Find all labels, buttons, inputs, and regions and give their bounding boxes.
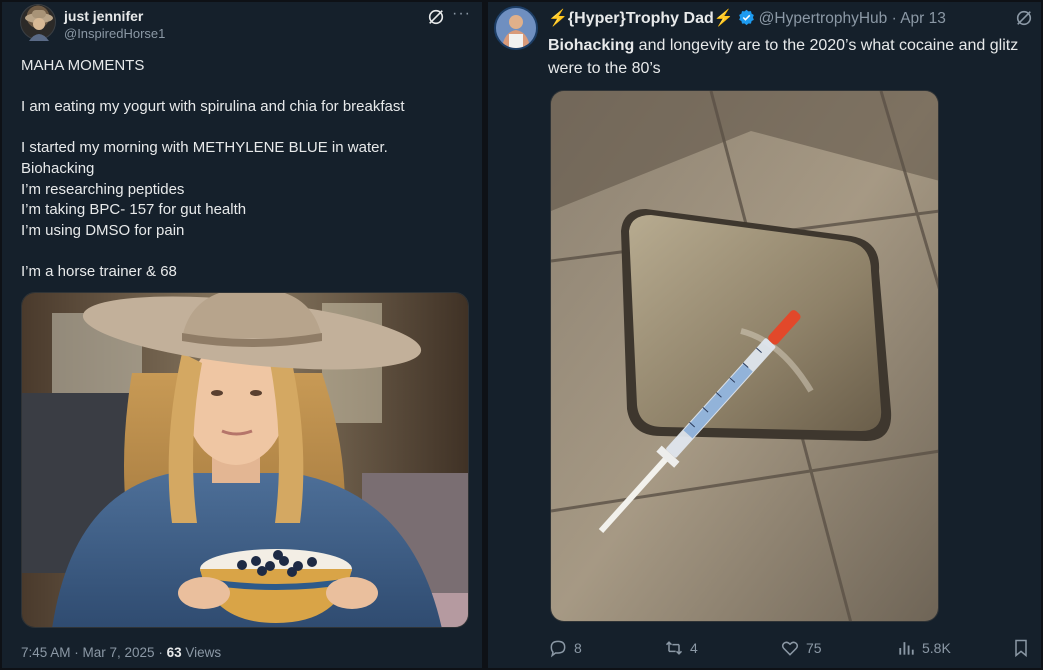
photo-illustration bbox=[551, 91, 938, 621]
author-name[interactable]: {Hyper}Trophy Dad bbox=[568, 10, 714, 27]
analytics-icon bbox=[899, 642, 914, 655]
like-count: 75 bbox=[806, 640, 822, 656]
grok-icon[interactable] bbox=[1015, 9, 1033, 27]
tweet-photo-syringe-on-mirror[interactable] bbox=[550, 90, 939, 622]
view-count: 63 bbox=[166, 645, 182, 660]
left-tweet: just jennifer @InspiredHorse1 ··· MAHA M… bbox=[2, 2, 482, 668]
tweet-line: I started my morning with METHYLENE BLUE… bbox=[21, 139, 388, 157]
view-count: 5.8K bbox=[922, 640, 951, 656]
author-handle[interactable]: @InspiredHorse1 bbox=[64, 26, 165, 41]
avatar-image bbox=[25, 10, 53, 41]
tweet-line: I’m researching peptides bbox=[21, 180, 185, 198]
tweet-line: I am eating my yogurt with spirulina and… bbox=[21, 98, 405, 116]
bookmark-button[interactable] bbox=[1011, 638, 1031, 658]
reply-count: 8 bbox=[574, 640, 582, 656]
tweet-line: I’m using DMSO for pain bbox=[21, 221, 185, 239]
tweet-line-gap bbox=[21, 118, 461, 139]
author-avatar[interactable] bbox=[20, 4, 56, 41]
lightning-emoji-icon: ⚡ bbox=[548, 10, 568, 27]
reply-button[interactable]: 8 bbox=[548, 638, 582, 658]
tweet-timestamp[interactable]: 7:45 AM · Mar 7, 2025 · bbox=[21, 645, 167, 660]
like-button[interactable]: 75 bbox=[780, 638, 822, 658]
tweet-line-gap bbox=[21, 77, 461, 98]
tweet-header: ⚡{Hyper}Trophy Dad⚡ @HypertrophyHub · Ap… bbox=[548, 8, 946, 28]
tweet-text: Biohacking and longevity are to the 2020… bbox=[548, 34, 1038, 80]
reply-icon bbox=[550, 640, 566, 658]
photo-illustration bbox=[22, 293, 468, 627]
tweet-actions: 8 4 75 5.8K bbox=[548, 638, 1038, 664]
tweet-line: MAHA MOMENTS bbox=[21, 57, 145, 74]
views-button[interactable]: 5.8K bbox=[896, 638, 951, 658]
views-label: Views bbox=[181, 645, 222, 660]
tweet-metadata: 7:45 AM · Mar 7, 2025 · 63 Views bbox=[21, 645, 221, 660]
heart-icon bbox=[781, 641, 799, 656]
avatar-image bbox=[496, 8, 536, 48]
hashtag-biohacking: Biohacking bbox=[548, 37, 635, 54]
tweet-text: MAHA MOMENTS I am eating my yogurt with … bbox=[21, 56, 461, 283]
grok-icon[interactable] bbox=[427, 8, 445, 26]
author-avatar[interactable] bbox=[494, 6, 538, 50]
repost-icon bbox=[665, 641, 683, 655]
bookmark-icon bbox=[1015, 639, 1027, 658]
author-name[interactable]: just jennifer bbox=[64, 8, 143, 24]
tweet-line: I’m taking BPC- 157 for gut health bbox=[21, 201, 247, 219]
verified-badge-icon[interactable] bbox=[738, 9, 755, 26]
tweet-date[interactable]: Apr 13 bbox=[900, 10, 946, 27]
repost-count: 4 bbox=[690, 640, 698, 656]
tweet-line: Biohacking bbox=[21, 159, 95, 177]
tweet-line: I’m a horse trainer & 68 bbox=[21, 262, 177, 280]
tweet-photo-woman-with-yogurt[interactable] bbox=[21, 292, 469, 628]
repost-button[interactable]: 4 bbox=[664, 638, 698, 658]
more-icon[interactable]: ··· bbox=[452, 5, 471, 23]
separator: · bbox=[887, 10, 901, 27]
author-handle[interactable]: @HypertrophyHub bbox=[759, 10, 888, 27]
right-tweet: ⚡{Hyper}Trophy Dad⚡ @HypertrophyHub · Ap… bbox=[488, 2, 1041, 668]
tweet-line-gap bbox=[21, 241, 461, 262]
lightning-emoji-icon: ⚡ bbox=[713, 10, 734, 27]
